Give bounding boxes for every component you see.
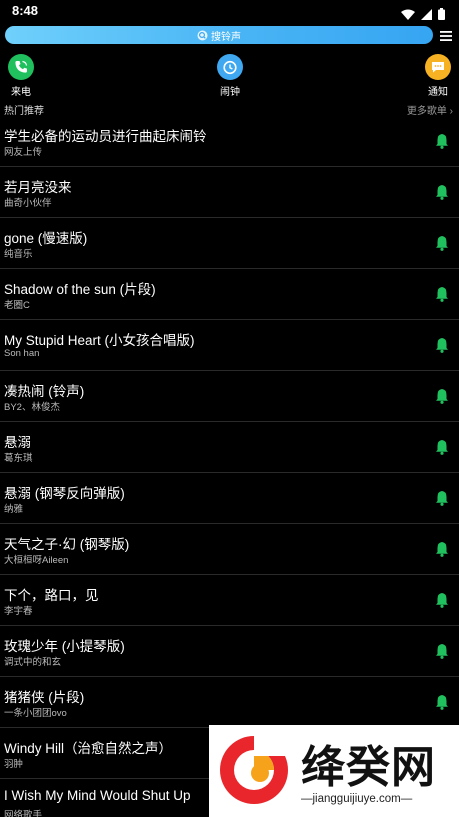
list-item[interactable]: 悬溺 (钢琴反向弹版) 纳雅	[0, 473, 459, 524]
ringtone-list: 学生必备的运动员进行曲起床闹铃网友上传若月亮没来曲奇小伙伴 gone (慢速版) 纯…	[0, 116, 459, 817]
ringtone-artist: 曲奇小伙伴	[4, 198, 52, 209]
alarm-clock-icon	[217, 54, 243, 80]
ringtone-artist: 纯音乐	[4, 249, 33, 260]
bell-icon[interactable]	[435, 388, 449, 404]
ringtone-artist: 葛东琪	[4, 453, 33, 464]
site-watermark: 绛癸网 —jiangguijiuye.com—	[209, 725, 459, 817]
list-item[interactable]: 天气之子·幻 (钢琴版) 大桓桓呀Aileen	[0, 524, 459, 575]
ringtone-title: 悬溺	[4, 435, 31, 450]
quick-action-alarm[interactable]: 闹钟	[205, 54, 255, 98]
ringtone-artist: BY2、林俊杰	[4, 402, 60, 413]
list-item[interactable]: 凑热闹 (铃声) BY2、林俊杰	[0, 371, 459, 422]
ringtone-artist: 调式中的和玄	[4, 657, 62, 668]
status-time: 8:48	[12, 3, 39, 18]
bell-icon[interactable]	[435, 643, 449, 659]
status-icons	[401, 5, 445, 24]
bell-icon[interactable]	[435, 337, 449, 353]
ringtone-title: My Stupid Heart (小女孩合唱版)	[4, 333, 195, 348]
bell-icon[interactable]	[435, 439, 449, 455]
ringtone-artist: 羽肿	[4, 759, 24, 770]
ringtone-title: 下个，路口，见	[4, 588, 99, 603]
message-icon	[425, 54, 451, 80]
ringtone-artist: 一条小团团ovo	[4, 708, 67, 719]
ringtone-title: 学生必备的运动员进行曲起床闹铃	[4, 129, 207, 144]
ringtone-artist: 纳雅	[4, 504, 24, 515]
ringtone-artist: 李宇春	[4, 606, 33, 617]
bell-icon[interactable]	[435, 541, 449, 557]
watermark-url: —jiangguijiuye.com—	[301, 793, 413, 805]
ringtone-artist: 老圈C	[4, 300, 30, 311]
ringtone-title: gone (慢速版)	[4, 231, 88, 246]
bell-icon[interactable]	[435, 490, 449, 506]
list-item[interactable]: Shadow of the sun (片段) 老圈C	[0, 269, 459, 320]
list-item[interactable]: 悬溺 葛东琪	[0, 422, 459, 473]
quick-action-label: 通知	[428, 87, 448, 98]
list-item[interactable]: 猪猪侠 (片段) 一条小团团ovo	[0, 677, 459, 728]
ringtone-title: 天气之子·幻 (钢琴版)	[4, 537, 130, 552]
quick-action-label: 来电	[11, 87, 31, 98]
ringtone-title: 玫瑰少年 (小提琴版)	[4, 639, 125, 654]
ringtone-artist: 大桓桓呀Aileen	[4, 555, 69, 566]
watermark-logo-icon	[217, 733, 291, 807]
bell-icon[interactable]	[435, 286, 449, 302]
ringtone-title: 若月亮没来	[4, 180, 72, 195]
ringtone-title: Shadow of the sun (片段)	[4, 282, 156, 297]
search-label: 搜铃声	[211, 31, 241, 43]
bell-icon[interactable]	[435, 592, 449, 608]
bell-icon[interactable]	[435, 184, 449, 200]
bell-icon[interactable]	[435, 133, 449, 149]
ringtone-title: I Wish My Mind Would Shut Up	[4, 788, 191, 803]
battery-icon	[438, 5, 445, 24]
ringtone-artist: 网络歌手	[4, 810, 43, 817]
section-title: 热门推荐	[4, 106, 44, 117]
bell-icon[interactable]	[435, 694, 449, 710]
quick-action-label: 闹钟	[220, 87, 240, 98]
menu-icon[interactable]	[439, 28, 453, 42]
list-item[interactable]: My Stupid Heart (小女孩合唱版) Son han	[0, 320, 459, 371]
list-item[interactable]: 若月亮没来曲奇小伙伴	[0, 167, 459, 218]
bell-icon[interactable]	[435, 235, 449, 251]
list-item[interactable]: gone (慢速版) 纯音乐	[0, 218, 459, 269]
watermark-name: 绛癸网	[301, 742, 436, 793]
ringtone-artist: 网友上传	[4, 147, 43, 158]
list-item[interactable]: 学生必备的运动员进行曲起床闹铃网友上传	[0, 116, 459, 167]
wifi-icon	[401, 5, 415, 24]
search-bar[interactable]: 搜铃声	[5, 26, 433, 44]
ringtone-title: Windy Hill（治愈自然之声）	[4, 741, 173, 756]
quick-action-notification[interactable]: 通知	[413, 54, 459, 98]
ringtone-title: 悬溺 (钢琴反向弹版)	[4, 486, 125, 501]
signal-icon	[421, 5, 432, 24]
ringtone-title: 猪猪侠 (片段)	[4, 690, 85, 705]
phone-icon	[8, 54, 34, 80]
ringtone-title: 凑热闹 (铃声)	[4, 384, 85, 399]
list-item[interactable]: 下个，路口，见李宇春	[0, 575, 459, 626]
quick-action-ringtone-call[interactable]: 来电	[0, 54, 46, 98]
ringtone-artist: Son han	[4, 348, 40, 359]
list-item[interactable]: 玫瑰少年 (小提琴版) 调式中的和玄	[0, 626, 459, 677]
search-icon	[197, 26, 208, 45]
status-bar: 8:48	[0, 0, 459, 22]
more-playlists-link[interactable]: 更多歌单 ›	[407, 102, 453, 117]
